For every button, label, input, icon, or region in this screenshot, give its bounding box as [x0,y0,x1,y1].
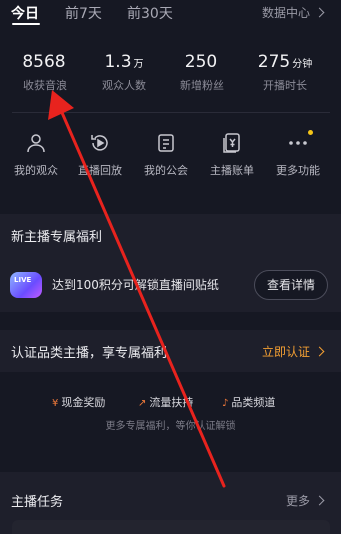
stat-unit: 万 [133,59,144,70]
stat-live-duration[interactable]: 275 分钟 开播时长 [245,50,325,93]
stat-viewers[interactable]: 1.3 万 观众人数 [84,50,164,93]
anchor-tasks-title: 主播任务 [11,495,64,510]
action-my-audience[interactable]: 我的观众 [6,132,66,178]
sticker-unlock-text: 达到100积分可解锁直播间贴纸 [52,278,219,292]
certify-now-label: 立即认证 [261,345,310,359]
live-badge-text: LIVE [14,276,32,284]
perk-label: 品类频道 [231,396,276,409]
active-tab-indicator [12,23,40,25]
stat-label: 新增粉丝 [180,79,224,92]
guild-icon [155,132,177,154]
tab-7-days[interactable]: 前7天 [65,3,102,23]
user-icon [25,132,47,154]
data-center-link[interactable]: 数据中心 [261,4,325,21]
new-anchor-title: 新主播专属福利 [11,230,103,245]
action-label: 我的公会 [144,164,188,177]
quick-actions: 我的观众 直播回放 我的公会 主播账单 更多功能 [0,130,341,182]
perk-label: 流量扶持 [149,396,194,409]
stat-label: 开播时长 [263,79,307,92]
perk-category-channel: ♪ 品类频道 [222,394,275,410]
perk-cash-reward: ¥ 现金奖励 [52,394,105,410]
stat-unit: 分钟 [292,59,313,70]
notification-dot [308,130,313,135]
replay-icon [89,132,111,154]
stat-sound-waves[interactable]: 8568 收获音浪 [5,50,85,93]
certify-now-link[interactable]: 立即认证 [261,343,325,360]
certify-note: 更多专属福利，等你认证解锁 [105,421,236,432]
perk-traffic-support: ↗ 流量扶持 [138,394,193,410]
trend-icon: ↗ [138,398,147,409]
stat-value: 1.3 [104,52,132,72]
more-icon [287,130,313,154]
stats-row: 8568 收获音浪 1.3 万 观众人数 250 新增粉丝 275 分钟 开播时长 [0,50,341,100]
action-live-replay[interactable]: 直播回放 [70,132,130,178]
divider [12,112,330,113]
period-tabs: 今日 前7天 前30天 数据中心 [0,0,341,26]
action-label: 更多功能 [276,164,320,177]
tiktok-icon: ♪ [222,398,229,409]
stat-value: 250 [184,52,218,72]
chevron-right-icon [314,495,325,506]
bill-icon [221,132,243,154]
perk-label: 现金奖励 [61,396,106,409]
tab-30-days[interactable]: 前30天 [127,3,173,23]
tab-today[interactable]: 今日 [11,3,39,23]
chevron-right-icon [314,7,325,18]
action-more-features[interactable]: 更多功能 [268,130,328,178]
action-label: 直播回放 [78,164,122,177]
action-anchor-bill[interactable]: 主播账单 [202,132,262,178]
tasks-more-link[interactable]: 更多 [285,492,325,509]
chevron-right-icon [314,346,325,357]
data-center-label: 数据中心 [261,6,310,20]
live-badge-icon: LIVE [10,272,42,298]
stat-label: 收获音浪 [23,79,67,92]
certify-title: 认证品类主播，享专属福利 [11,346,168,361]
tasks-more-label: 更多 [285,494,310,508]
view-details-button[interactable]: 查看详情 [254,270,328,300]
stat-value: 8568 [22,52,66,72]
action-label: 主播账单 [210,164,254,177]
action-label: 我的观众 [14,164,58,177]
yen-icon: ¥ [52,398,59,409]
certify-perks: ¥ 现金奖励 ↗ 流量扶持 ♪ 品类频道 [0,394,341,410]
task-item-card [12,520,330,534]
stat-new-fans[interactable]: 250 新增粉丝 [162,50,242,93]
stat-label: 观众人数 [102,79,146,92]
stat-value: 275 [257,52,291,72]
action-my-guild[interactable]: 我的公会 [136,132,196,178]
